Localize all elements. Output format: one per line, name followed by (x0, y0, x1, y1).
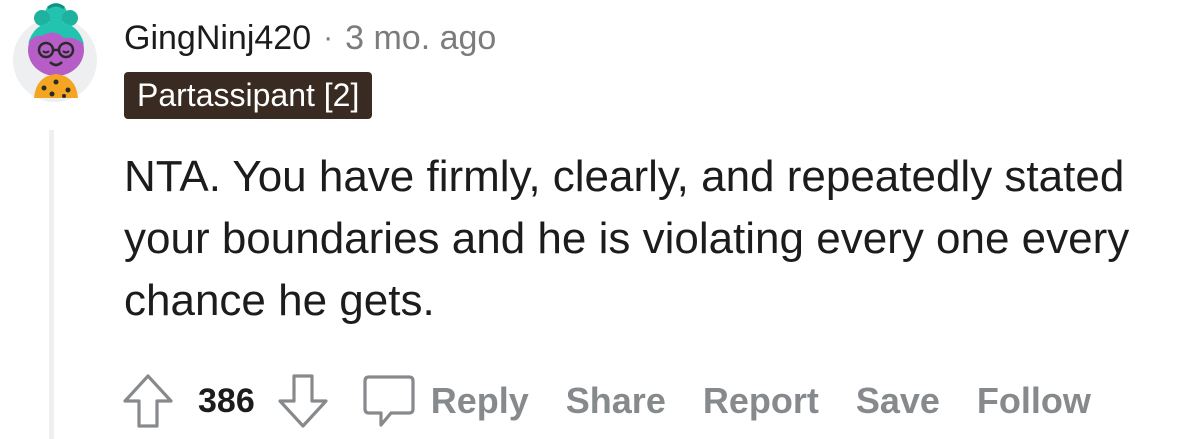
user-flair: Partassipant [2] (124, 72, 373, 119)
author-username[interactable]: GingNinj420 (124, 19, 311, 58)
follow-button[interactable]: Follow (977, 380, 1091, 422)
vote-score: 386 (198, 381, 255, 420)
avatar-image (13, 3, 97, 102)
comment-action-bar: 386 Reply Share Report Save Follow (120, 368, 1128, 434)
save-button[interactable]: Save (856, 380, 940, 422)
reply-button[interactable]: Reply (431, 380, 529, 422)
comment-body: NTA. You have firmly, clearly, and repea… (124, 152, 1130, 325)
comment-meta: GingNinj420 · 3 mo. ago (124, 16, 496, 60)
upvote-arrow-icon[interactable] (120, 373, 176, 429)
comment-bubble-icon[interactable] (361, 373, 417, 429)
share-button[interactable]: Share (566, 380, 666, 422)
meta-separator: · (323, 21, 334, 54)
downvote-arrow-icon[interactable] (275, 373, 331, 429)
avatar[interactable] (12, 2, 98, 106)
comment-timestamp[interactable]: 3 mo. ago (345, 19, 496, 58)
thread-line[interactable] (49, 130, 54, 439)
report-button[interactable]: Report (703, 380, 819, 422)
